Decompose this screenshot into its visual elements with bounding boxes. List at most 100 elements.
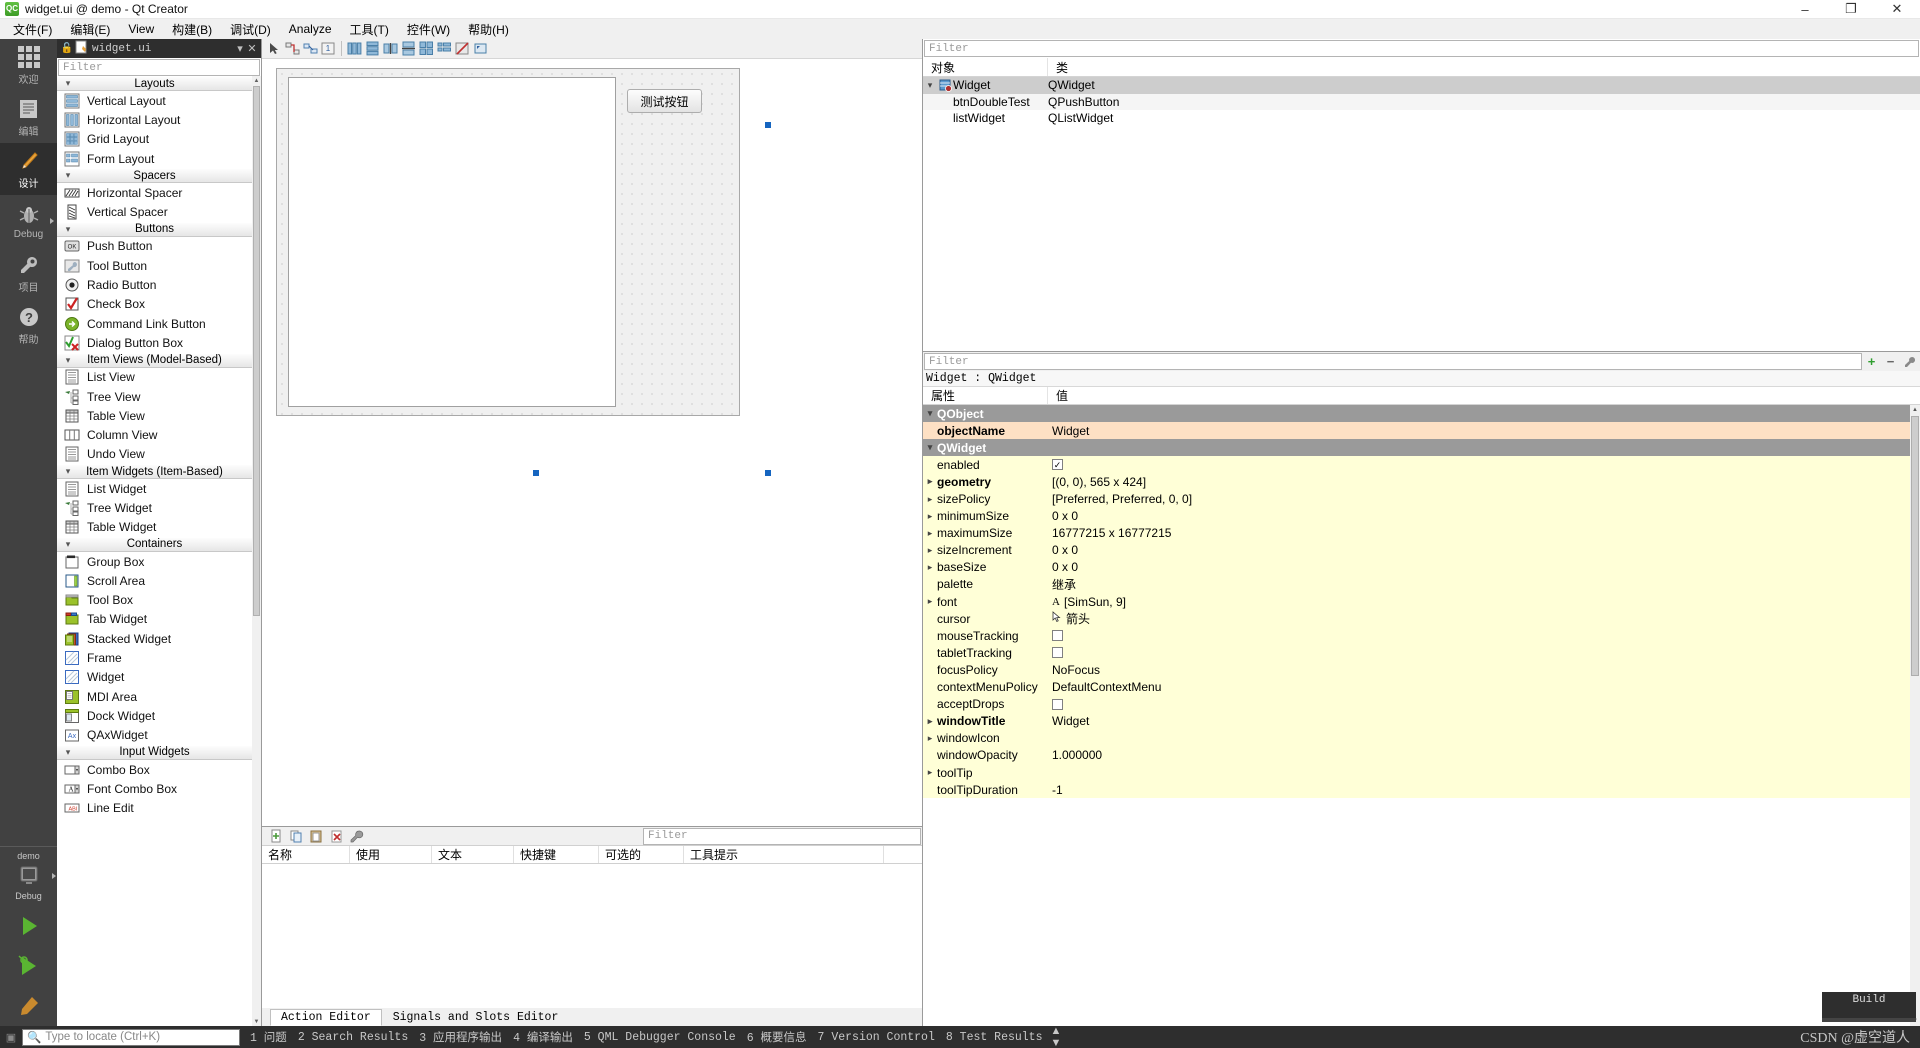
chevron-down-icon[interactable]: ▾ [923, 408, 937, 419]
edit-signals-slots-button[interactable] [284, 40, 301, 57]
menu-analyze[interactable]: Analyze [280, 20, 341, 38]
widget-item-frame[interactable]: Frame [57, 648, 252, 667]
widget-item-radio-button[interactable]: Radio Button [57, 275, 252, 294]
menu-build[interactable]: 构建(B) [163, 19, 221, 40]
widget-item-grid-layout[interactable]: Grid Layout [57, 130, 252, 149]
close-button[interactable]: ✕ [1874, 0, 1920, 19]
kit-selector[interactable]: demo Debug [0, 846, 57, 906]
menu-view[interactable]: View [119, 20, 163, 38]
scroll-down-arrow[interactable]: ▼ [252, 1017, 261, 1026]
widget-item-table-view[interactable]: Table View [57, 406, 252, 425]
output-pane--[interactable]: 1 问题 [250, 1029, 287, 1045]
property-value[interactable]: Widget [1052, 714, 1089, 728]
object-inspector-filter[interactable]: Filter [924, 40, 1919, 57]
widget-item-qaxwidget[interactable]: Ax QAxWidget [57, 726, 252, 745]
widget-item-mdi-area[interactable]: MDI Area [57, 687, 252, 706]
adjust-size-button[interactable] [472, 40, 489, 57]
paste-icon[interactable] [308, 828, 325, 845]
widget-category-input-widgets[interactable]: ▾ Input Widgets [57, 744, 252, 760]
property-value[interactable]: 继承 [1052, 576, 1076, 593]
object-inspector-row[interactable]: btnDoubleTest QPushButton [923, 93, 1920, 110]
action-column-header[interactable]: 可选的 [599, 846, 684, 863]
widget-item-group-box[interactable]: Group Box [57, 552, 252, 571]
mode-help[interactable]: ? 帮助 [0, 299, 57, 351]
form-list-widget[interactable] [288, 77, 616, 407]
property-editor-scrollbar[interactable]: ▲ ▼ [1910, 405, 1920, 1026]
menu-debug[interactable]: 调试(D) [221, 19, 280, 40]
mode-projects[interactable]: 项目 [0, 247, 57, 299]
chevron-right-icon[interactable]: ▸ [923, 511, 937, 522]
property-value[interactable]: 16777215 x 16777215 [1052, 526, 1171, 540]
up-down-arrows-icon[interactable]: ▲ ▼ [1050, 1025, 1061, 1048]
menu-widget[interactable]: 控件(W) [398, 19, 459, 40]
edit-buddies-button[interactable] [302, 40, 319, 57]
widget-category-buttons[interactable]: ▾ Buttons [57, 221, 252, 237]
widget-item-font-combo-box[interactable]: A Font Combo Box [57, 779, 252, 798]
output-pane-test-results[interactable]: 8 Test Results [946, 1031, 1043, 1044]
property-value[interactable]: [Preferred, Preferred, 0, 0] [1052, 492, 1192, 506]
remove-property-button[interactable]: − [1882, 353, 1899, 370]
chevron-right-icon[interactable]: ▸ [923, 545, 937, 556]
sidebar-toggle-icon[interactable]: ▣ [0, 1031, 22, 1044]
property-row[interactable]: ▸ sizeIncrement 0 x 0 [923, 541, 1910, 559]
output-pane-version-control[interactable]: 7 Version Control [818, 1031, 935, 1044]
widget-item-dock-widget[interactable]: Dock Widget [57, 706, 252, 725]
property-row[interactable]: ▸ maximumSize 16777215 x 16777215 [923, 524, 1910, 542]
widget-item-tab-widget[interactable]: Tab Widget [57, 610, 252, 629]
widget-item-list-view[interactable]: List View [57, 368, 252, 387]
minimize-button[interactable]: – [1782, 0, 1828, 19]
widget-category-item-widgets-item-based[interactable]: ▾ Item Widgets (Item-Based) [57, 464, 252, 480]
property-checkbox[interactable]: ✓ [1052, 459, 1063, 471]
widget-item-tool-button[interactable]: Tool Button [57, 256, 252, 275]
build-button[interactable] [0, 986, 57, 1026]
run-button[interactable] [0, 906, 57, 946]
property-row[interactable]: cursor 箭头 [923, 610, 1910, 628]
mode-welcome[interactable]: 欢迎 [0, 39, 57, 91]
action-column-header[interactable]: 工具提示 [684, 846, 884, 863]
chevron-right-icon[interactable]: ▸ [923, 716, 937, 727]
scroll-up-arrow[interactable]: ▲ [252, 76, 261, 85]
chevron-right-icon[interactable]: ▸ [923, 733, 937, 744]
widget-category-layouts[interactable]: ▾ Layouts [57, 76, 252, 91]
locator-input[interactable]: 🔍 Type to locate (Ctrl+K) [22, 1028, 240, 1046]
property-value[interactable]: 0 x 0 [1052, 560, 1078, 574]
widget-item-tool-box[interactable]: Tool Box [57, 591, 252, 610]
property-row[interactable]: palette 继承 [923, 575, 1910, 594]
widget-item-tree-widget[interactable]: Tree Widget [57, 498, 252, 517]
property-row[interactable]: acceptDrops [923, 695, 1910, 713]
property-row[interactable]: windowOpacity 1.000000 [923, 746, 1910, 764]
widget-item-table-widget[interactable]: Table Widget [57, 518, 252, 537]
widget-category-containers[interactable]: ▾ Containers [57, 536, 252, 552]
property-row[interactable]: toolTipDuration -1 [923, 781, 1910, 799]
widget-category-item-views-model-based[interactable]: ▾ Item Views (Model-Based) [57, 352, 252, 368]
action-column-header[interactable]: 名称 [262, 846, 350, 863]
unlock-icon[interactable]: 🔓 [60, 43, 74, 55]
menu-tools[interactable]: 工具(T) [341, 19, 398, 40]
property-value[interactable]: NoFocus [1052, 663, 1100, 677]
mode-debug[interactable]: Debug [0, 195, 57, 247]
break-layout-button[interactable] [454, 40, 471, 57]
chevron-right-icon[interactable]: ▸ [923, 476, 937, 487]
property-editor-filter[interactable]: Filter [924, 353, 1862, 370]
action-column-header[interactable]: 文本 [432, 846, 514, 863]
scrollbar-thumb[interactable] [1911, 416, 1919, 676]
property-value[interactable]: 1.000000 [1052, 748, 1102, 762]
widget-item-vertical-layout[interactable]: Vertical Layout [57, 91, 252, 110]
layout-vertical-splitter-button[interactable] [400, 40, 417, 57]
widget-item-stacked-widget[interactable]: Stacked Widget [57, 629, 252, 648]
property-row[interactable]: ▸ toolTip [923, 763, 1910, 782]
property-row[interactable]: mouseTracking [923, 627, 1910, 645]
widget-item-combo-box[interactable]: Combo Box [57, 760, 252, 779]
property-row[interactable]: tabletTracking [923, 644, 1910, 662]
widget-item-widget[interactable]: Widget [57, 668, 252, 687]
chevron-right-icon[interactable]: ▸ [923, 528, 937, 539]
property-row[interactable]: ▸ baseSize 0 x 0 [923, 558, 1910, 576]
widget-item-horizontal-spacer[interactable]: Horizontal Spacer [57, 183, 252, 202]
property-value[interactable]: 箭头 [1066, 610, 1090, 627]
resize-handle[interactable] [765, 470, 771, 476]
tab-action-editor[interactable]: Action Editor [270, 1009, 382, 1026]
tab-signals-and-slots-editor[interactable]: Signals and Slots Editor [382, 1009, 570, 1026]
widget-item-undo-view[interactable]: Undo View [57, 445, 252, 464]
layout-form-button[interactable] [436, 40, 453, 57]
widget-item-horizontal-layout[interactable]: Horizontal Layout [57, 110, 252, 129]
